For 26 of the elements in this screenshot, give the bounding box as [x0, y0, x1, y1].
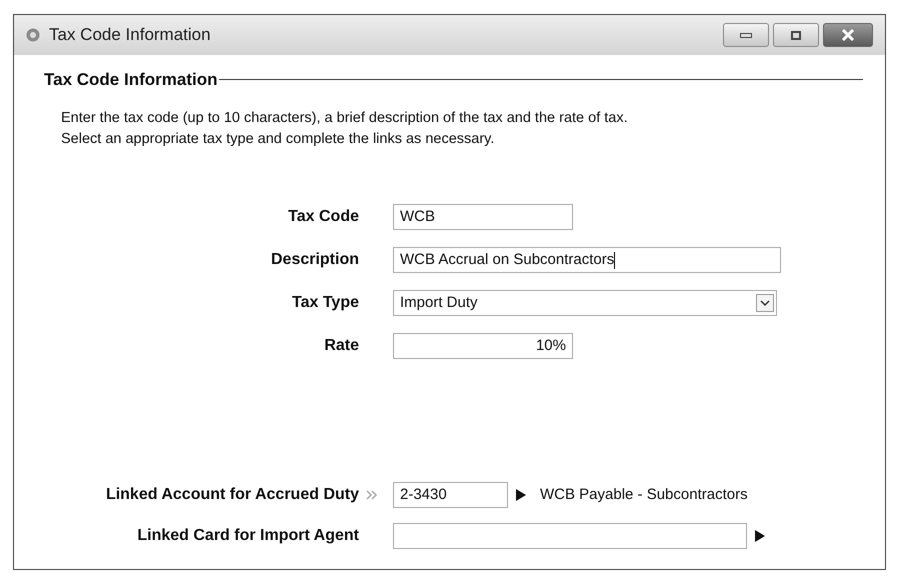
- input-field[interactable]: 2-3430: [393, 482, 508, 508]
- link-label: Linked Account for Accrued Duty: [106, 485, 359, 505]
- input-field[interactable]: WCB Accrual on Subcontractors: [393, 247, 781, 273]
- dropdown-value: Import Duty: [400, 292, 478, 313]
- minimize-button[interactable]: [723, 23, 769, 47]
- account-name: WCB Payable - Subcontractors: [540, 484, 748, 505]
- input-field[interactable]: 10%: [393, 333, 573, 359]
- link-label: Linked Card for Import Agent: [137, 526, 359, 546]
- field-label: Tax Code: [287, 207, 360, 227]
- close-button[interactable]: [823, 23, 873, 47]
- tax-type-dropdown[interactable]: Import Duty: [393, 290, 777, 316]
- maximize-button[interactable]: [773, 23, 819, 47]
- input-field[interactable]: [393, 523, 747, 549]
- instruction-text: Enter the tax code (up to 10 characters), a brief description of the tax and the rate of tax.: [61, 108, 629, 128]
- field-label: Rate: [323, 336, 360, 356]
- section-title: Tax Code Information: [44, 69, 218, 91]
- instruction-text: Select an appropriate tax type and complete the links as necessary.: [61, 130, 496, 148]
- arrow-icon[interactable]: [516, 489, 526, 501]
- input-field[interactable]: WCB: [393, 204, 573, 230]
- window-title: Tax Code Information: [49, 24, 211, 46]
- field-label: Tax Type: [291, 293, 360, 313]
- arrow-icon[interactable]: [755, 530, 765, 542]
- app-icon: [26, 28, 40, 42]
- field-label: Description: [270, 250, 360, 270]
- close-icon[interactable]: [841, 29, 855, 41]
- chevron-down-icon[interactable]: [756, 294, 774, 312]
